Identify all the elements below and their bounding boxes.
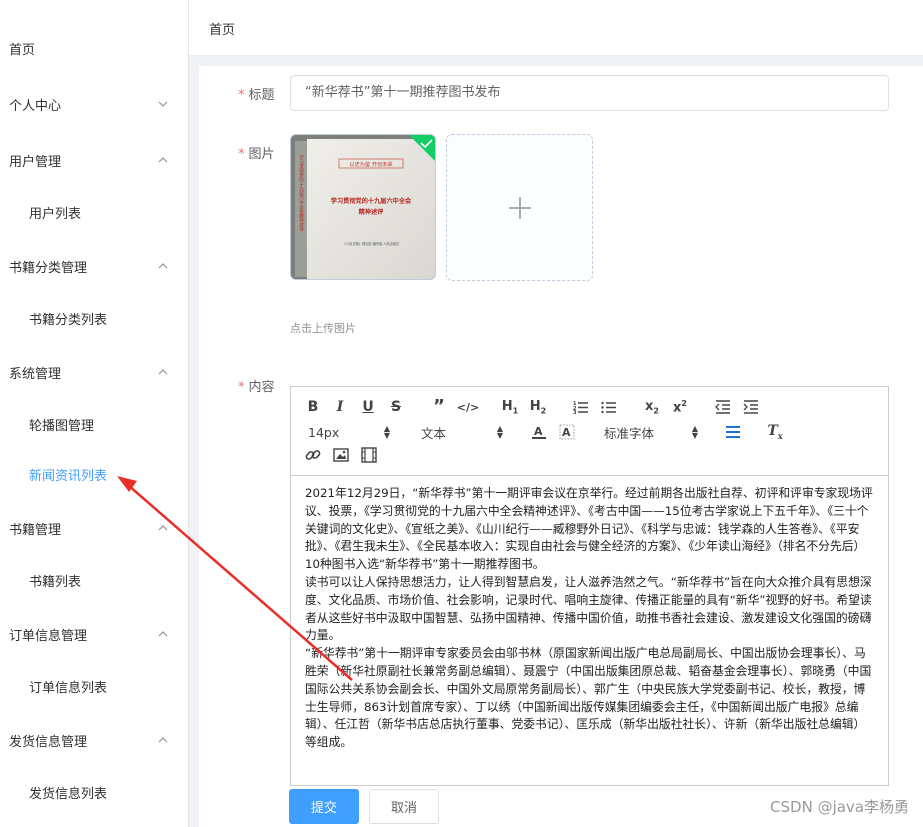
align-icon[interactable] bbox=[722, 422, 744, 442]
sidebar-item-personal-center[interactable]: 个人中心 bbox=[0, 79, 189, 129]
content-paragraph: 读书可以让人保持思想活力，让人得到智慧启发，让人滋养浩然之气。“新华荐书”旨在向… bbox=[305, 574, 872, 643]
svg-text:《人民日报》理论部 编写组 人民出版社: 《人民日报》理论部 编写组 人民出版社 bbox=[343, 241, 400, 246]
strike-icon[interactable]: S bbox=[385, 397, 407, 417]
chevron-up-icon bbox=[158, 157, 168, 166]
sidebar-item-label: 订单信息列表 bbox=[29, 680, 108, 696]
svg-text:以史为鉴 开创未来: 以史为鉴 开创未来 bbox=[349, 160, 393, 168]
bold-icon[interactable]: B bbox=[302, 397, 324, 417]
sidebar-item-order-list[interactable]: 订单信息列表 bbox=[0, 661, 189, 711]
chevron-up-icon bbox=[158, 737, 168, 746]
h2-icon[interactable]: H2 bbox=[527, 397, 549, 417]
editor-toolbar: B I U S ” </> H1 H2 123 x2 x2 14px ▲ ▼ 文本 ▲… bbox=[291, 387, 888, 476]
required-mark: * bbox=[238, 380, 245, 395]
h1-icon[interactable]: H1 bbox=[499, 397, 521, 417]
sidebar-item-label: 轮播图管理 bbox=[29, 418, 95, 434]
code-block-icon[interactable]: </> bbox=[457, 397, 479, 417]
sidebar-item-label: 新闻资讯列表 bbox=[29, 468, 108, 484]
chevron-down-icon bbox=[158, 101, 168, 110]
svg-text:A: A bbox=[562, 426, 571, 439]
sidebar-item-shipping-management[interactable]: 发货信息管理 bbox=[0, 715, 189, 765]
sidebar-item-system-management[interactable]: 系统管理 bbox=[0, 347, 189, 397]
blockquote-icon[interactable]: ” bbox=[428, 397, 450, 417]
sidebar-item-label: 用户列表 bbox=[29, 206, 82, 222]
underline-icon[interactable]: U bbox=[357, 397, 379, 417]
cancel-button[interactable]: 取消 bbox=[369, 789, 439, 824]
content-paragraph: 2021年12月29日，“新华荐书”第十一期评审会议在京举行。经过前期各出版社自… bbox=[305, 486, 873, 572]
svg-text:学习贯彻党的十九届六中全会精神述评: 学习贯彻党的十九届六中全会精神述评 bbox=[299, 154, 304, 233]
sidebar-item-book-list[interactable]: 书籍列表 bbox=[0, 555, 189, 605]
background-color-icon[interactable]: A bbox=[556, 422, 578, 442]
sidebar-item-book-management[interactable]: 书籍管理 bbox=[0, 503, 189, 553]
link-icon[interactable] bbox=[302, 445, 324, 465]
sidebar-item-news-list[interactable]: 新闻资讯列表 bbox=[0, 449, 189, 499]
title-input[interactable]: “新华荐书”第十一期推荐图书发布 bbox=[290, 75, 889, 111]
video-icon[interactable] bbox=[358, 445, 380, 465]
chevron-up-icon bbox=[158, 525, 168, 534]
sidebar-item-book-category-management[interactable]: 书籍分类管理 bbox=[0, 241, 189, 291]
svg-text:学习贯彻党的十九届六中全会: 学习贯彻党的十九届六中全会 bbox=[331, 197, 412, 205]
svg-text:3: 3 bbox=[573, 410, 577, 414]
italic-icon[interactable]: I bbox=[329, 397, 351, 417]
submit-button[interactable]: 提交 bbox=[289, 789, 359, 824]
upload-tip: 点击上传图片 bbox=[290, 322, 356, 335]
picker-arrow-icon: ▲ ▼ bbox=[691, 424, 698, 440]
sidebar-item-book-category-list[interactable]: 书籍分类列表 bbox=[0, 293, 189, 343]
font-picker[interactable]: 标准字体 ▲ ▼ bbox=[604, 422, 698, 442]
image-label: * 图片 bbox=[238, 147, 275, 162]
content-paragraph: “新华荐书”第十一期评审专家委员会由邬书林（原国家新闻出版广电总局副局长、中国出… bbox=[305, 646, 872, 750]
sidebar-item-label: 发货信息列表 bbox=[29, 786, 108, 802]
chevron-up-icon bbox=[158, 631, 168, 640]
sidebar-item-shipping-list[interactable]: 发货信息列表 bbox=[0, 767, 189, 817]
sidebar-item-label: 书籍管理 bbox=[9, 522, 62, 538]
sidebar-item-label: 首页 bbox=[9, 42, 36, 58]
watermark: CSDN @java李杨勇 bbox=[770, 798, 909, 816]
sidebar-item-label: 用户管理 bbox=[9, 154, 62, 170]
ordered-list-icon[interactable]: 123 bbox=[570, 397, 592, 417]
size-picker[interactable]: 14px ▲ ▼ bbox=[308, 422, 390, 442]
bullet-list-icon[interactable] bbox=[598, 397, 620, 417]
outdent-icon[interactable] bbox=[712, 397, 734, 417]
sidebar-item-user-list[interactable]: 用户列表 bbox=[0, 187, 189, 237]
sidebar-item-label: 个人中心 bbox=[9, 98, 62, 114]
subscript-icon[interactable]: x2 bbox=[641, 397, 663, 417]
picker-arrow-icon: ▲ ▼ bbox=[383, 424, 390, 440]
font-color-icon[interactable]: A bbox=[528, 422, 550, 442]
sidebar-item-label: 系统管理 bbox=[9, 366, 62, 382]
content-label: * 内容 bbox=[238, 380, 275, 395]
uploaded-image-thumbnail[interactable]: 以史为鉴 开创未来 学习贯彻党的十九届六中全会 精神述评 《人民日报》理论部 编… bbox=[290, 134, 436, 280]
svg-text:精神述评: 精神述评 bbox=[359, 208, 385, 216]
sidebar: 首页 个人中心 用户管理 用户列表 书籍分类管理 书籍分类列表 系统管理 轮播图… bbox=[0, 0, 189, 827]
sidebar-item-user-management[interactable]: 用户管理 bbox=[0, 135, 189, 185]
sidebar-item-label: 发货信息管理 bbox=[9, 734, 88, 750]
sidebar-item-home[interactable]: 首页 bbox=[0, 23, 189, 73]
top-bar: 首页 bbox=[189, 0, 923, 56]
superscript-icon[interactable]: x2 bbox=[669, 397, 691, 417]
sidebar-item-carousel-management[interactable]: 轮播图管理 bbox=[0, 399, 189, 449]
sidebar-item-label: 书籍列表 bbox=[29, 574, 82, 590]
indent-icon[interactable] bbox=[740, 397, 762, 417]
breadcrumb[interactable]: 首页 bbox=[209, 19, 235, 38]
sidebar-item-order-management[interactable]: 订单信息管理 bbox=[0, 609, 189, 659]
image-icon[interactable] bbox=[330, 445, 352, 465]
chevron-up-icon bbox=[158, 369, 168, 378]
title-label: * 标题 bbox=[238, 88, 275, 103]
picker-arrow-icon: ▲ ▼ bbox=[496, 424, 503, 440]
header-picker[interactable]: 文本 ▲ ▼ bbox=[421, 422, 503, 442]
sidebar-item-label: 订单信息管理 bbox=[9, 628, 88, 644]
required-mark: * bbox=[238, 147, 245, 162]
sidebar-item-label: 书籍分类管理 bbox=[9, 260, 88, 276]
clean-icon[interactable]: Tx bbox=[764, 422, 786, 442]
editor-content[interactable]: 2021年12月29日，“新华荐书”第十一期评审会议在京举行。经过前期各出版社自… bbox=[291, 477, 888, 785]
required-mark: * bbox=[238, 88, 245, 103]
upload-image-button[interactable] bbox=[446, 134, 593, 281]
chevron-up-icon bbox=[158, 263, 168, 272]
sidebar-item-label: 书籍分类列表 bbox=[29, 312, 108, 328]
book-cover-image: 以史为鉴 开创未来 学习贯彻党的十九届六中全会 精神述评 《人民日报》理论部 编… bbox=[291, 135, 435, 279]
rich-text-editor: B I U S ” </> H1 H2 123 x2 x2 14px ▲ ▼ 文本 ▲… bbox=[290, 386, 889, 786]
svg-text:A: A bbox=[534, 425, 543, 438]
plus-icon bbox=[508, 196, 531, 219]
